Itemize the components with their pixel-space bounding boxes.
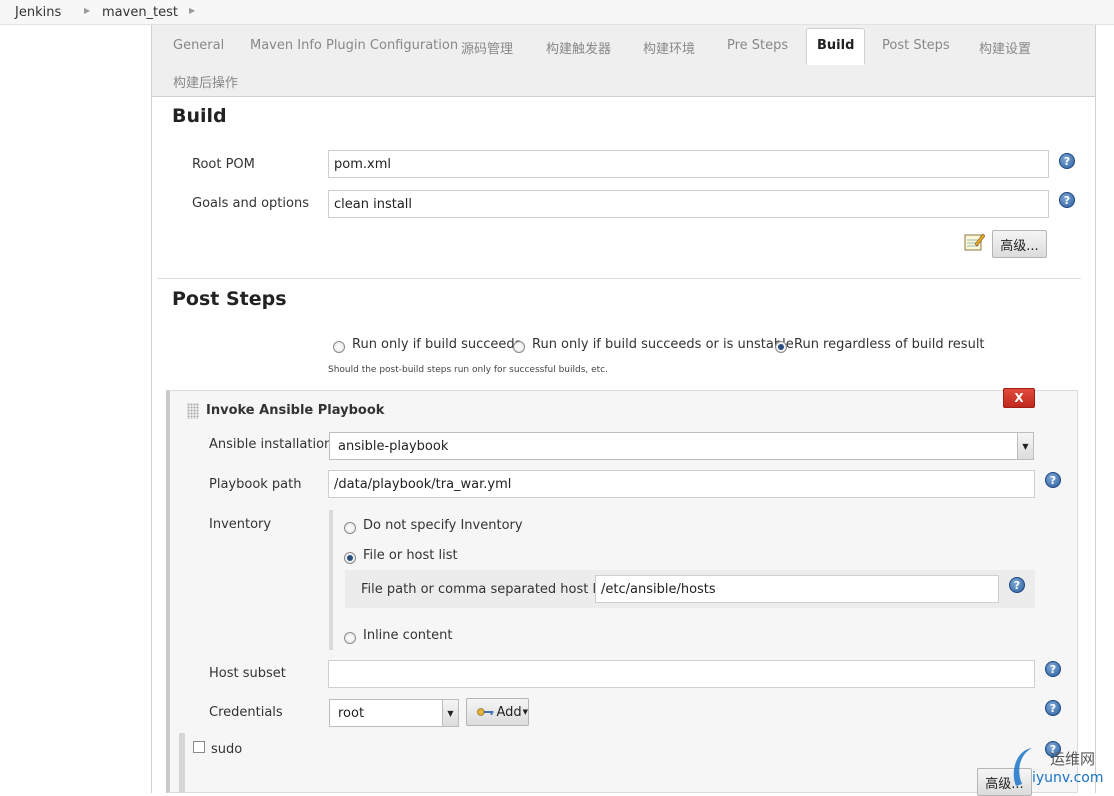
credentials-label: Credentials [209,705,283,720]
radio-file-host-list[interactable] [344,552,356,564]
watermark-logo: 运维网 iyunv.com [1008,742,1114,793]
content-right-border [1095,25,1096,793]
host-subset-label: Host subset [209,666,286,681]
radio-run-success[interactable] [333,341,345,353]
sudo-row-bar [179,733,185,793]
radio-inline-content-label: Inline content [363,628,453,643]
playbook-path-label: Playbook path [209,477,302,492]
tab-build-env[interactable]: 构建环境 [643,38,695,57]
chevron-down-icon: ▼ [522,708,528,716]
breadcrumb-job[interactable]: maven_test [102,5,178,20]
tab-pre-steps[interactable]: Pre Steps [727,38,788,53]
chevron-down-icon[interactable]: ▼ [1017,433,1033,459]
root-pom-label: Root POM [192,157,255,172]
tab-triggers[interactable]: 构建触发器 [546,38,611,57]
radio-no-inventory-label: Do not specify Inventory [363,518,523,533]
delete-step-button[interactable]: X [1003,388,1035,408]
help-icon[interactable]: ? [1059,153,1075,169]
tab-general[interactable]: General [173,38,224,53]
playbook-path-input[interactable]: /data/playbook/tra_war.yml [328,470,1035,498]
radio-inline-content[interactable] [344,632,356,644]
ansible-installation-select[interactable]: ansible-playbook ▼ [329,432,1034,460]
playbook-path-value: /data/playbook/tra_war.yml [334,476,512,492]
radio-no-inventory[interactable] [344,522,356,534]
tab-post-build[interactable]: 构建后操作 [173,72,238,91]
chevron-right-icon[interactable]: ▶ [189,6,195,15]
tab-build-settings[interactable]: 构建设置 [979,38,1031,57]
goals-value: clean install [334,196,413,212]
credentials-value: root [338,705,365,721]
radio-run-regardless-label: Run regardless of build result [794,337,985,352]
sudo-checkbox[interactable] [193,741,205,753]
goals-input[interactable]: clean install [328,190,1049,218]
goals-label: Goals and options [192,196,309,211]
host-subset-input[interactable] [328,660,1035,688]
radio-run-success-label: Run only if build succeeds [352,337,522,352]
breadcrumb-jenkins[interactable]: Jenkins [15,5,61,20]
ansible-step-title: Invoke Ansible Playbook [206,403,385,418]
breadcrumb: Jenkins ▶ maven_test ▶ [0,0,1114,25]
root-pom-value: pom.xml [334,156,391,172]
key-icon [477,708,494,716]
tab-scm[interactable]: 源码管理 [461,38,513,57]
build-advanced-button[interactable]: 高级... [992,230,1047,258]
watermark-cn-text: 运维网 [1050,750,1096,768]
radio-run-success-unstable[interactable] [513,341,525,353]
add-credentials-label: Add [496,704,522,720]
add-credentials-button[interactable]: Add ▼ [466,698,529,726]
radio-run-regardless[interactable] [775,341,787,353]
section-divider [157,278,1081,279]
help-icon[interactable]: ? [1045,700,1061,716]
chevron-down-icon[interactable]: ▼ [442,700,458,726]
content-left-border [151,25,152,793]
tab-maven-info[interactable]: Maven Info Plugin Configuration [250,38,458,53]
credentials-select[interactable]: root ▼ [329,699,459,727]
chevron-right-icon[interactable]: ▶ [84,6,90,15]
hostlist-label: File path or comma separated host list [361,582,612,597]
config-tab-bar [152,25,1095,97]
sudo-label: sudo [211,742,243,757]
help-icon[interactable]: ? [1009,577,1025,593]
help-icon[interactable]: ? [1059,192,1075,208]
build-section-title: Build [172,105,227,127]
post-steps-section-title: Post Steps [172,288,287,310]
root-pom-input[interactable]: pom.xml [328,150,1049,178]
post-steps-hint: Should the post-build steps run only for… [328,365,608,375]
help-icon[interactable]: ? [1045,661,1061,677]
radio-file-host-list-label: File or host list [363,548,458,563]
tab-post-steps[interactable]: Post Steps [882,38,950,53]
watermark-url-text: iyunv.com [1032,770,1104,786]
tab-build[interactable]: Build [806,28,866,65]
drag-handle-icon[interactable] [187,403,199,419]
radio-run-success-unstable-label: Run only if build succeeds or is unstabl… [532,337,794,352]
notepad-icon[interactable] [963,232,985,252]
inventory-label: Inventory [209,517,272,532]
ansible-installation-label: Ansible installation [209,437,333,452]
hostlist-value: /etc/ansible/hosts [601,581,716,597]
help-icon[interactable]: ? [1045,472,1061,488]
hostlist-input[interactable]: /etc/ansible/hosts [595,575,999,603]
ansible-installation-value: ansible-playbook [338,438,449,454]
